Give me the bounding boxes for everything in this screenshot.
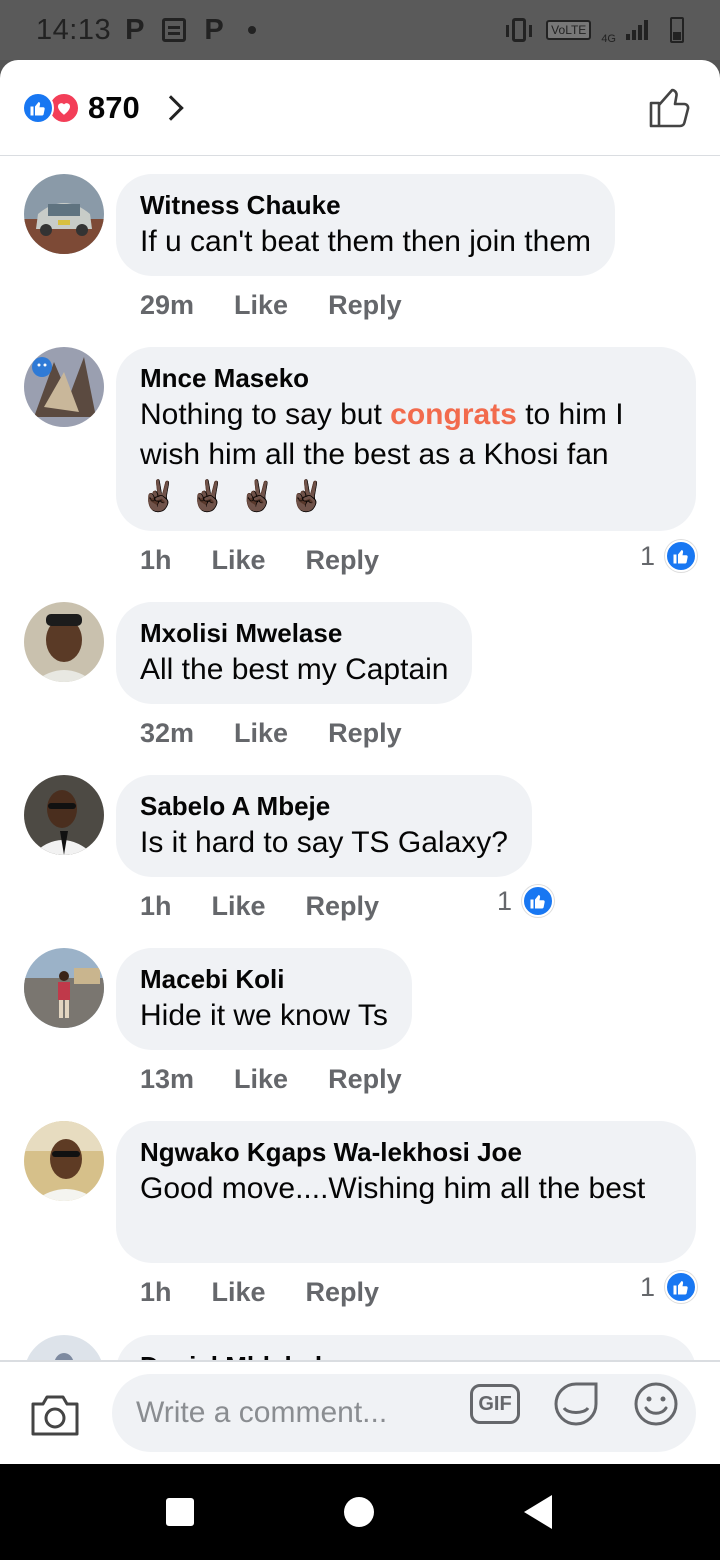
commenter-name[interactable]: Witness Chauke [140,188,591,222]
like-icon [665,1271,698,1303]
comments-sheet: 870 Witness Chauke If u can't beat them … [0,60,720,1464]
commenter-name[interactable]: Macebi Koli [140,962,388,996]
comment-actions: 32m Like Reply [140,718,402,749]
p-app-icon: P [204,13,224,46]
comment-bubble[interactable]: Sabelo A Mbeje Is it hard to say TS Gala… [116,775,532,877]
comment-text: Good move....Wishing him all the best [140,1172,646,1205]
comment-text: All the best my Captain [140,653,449,686]
commenter-name[interactable]: Daniel Mhlabeh [140,1349,672,1360]
comment-actions: 1h Like Reply [140,1277,379,1308]
commenter-name[interactable]: Mxolisi Mwelase [140,616,448,650]
back-button[interactable] [524,1495,552,1529]
victory-hand-icon: ✌🏿 [288,480,326,513]
comment-bubble[interactable]: Ngwako Kgaps Wa-lekhosi Joe Good move...… [116,1121,696,1263]
reactions-header[interactable]: 870 [0,60,720,156]
emoji-button[interactable] [632,1380,680,1428]
commenter-name[interactable]: Mnce Maseko [140,361,672,395]
comment-composer: Write a comment... GIF [0,1360,720,1464]
system-icons: VoLTE 4G [502,15,684,45]
comment-text: Is it hard to say TS Galaxy? [140,826,508,859]
p-app-icon: P [125,13,145,46]
comment-actions: 1h Like Reply [140,545,379,576]
comment-time: 29m [140,290,195,320]
like-reaction-icon [22,91,54,124]
comment-bubble[interactable]: Macebi Koli Hide it we know Ts [116,948,412,1050]
reaction-icons [22,91,80,124]
avatar[interactable] [24,1121,104,1201]
home-button[interactable] [344,1497,374,1527]
reply-button[interactable]: Reply [328,1064,402,1095]
comment-text: Nothing to say but congrats to him I wis… [140,398,624,471]
like-button[interactable]: Like [234,718,288,749]
like-button[interactable]: Like [234,290,288,321]
avatar[interactable] [24,948,104,1028]
emoji-row: ✌🏿 ✌🏿 ✌🏿 ✌🏿 [140,479,672,515]
reply-button[interactable]: Reply [306,545,380,576]
comment-time: 32m [140,718,195,748]
network-type: 4G [601,33,616,45]
vibrate-icon [506,18,533,42]
reply-button[interactable]: Reply [306,891,380,922]
avatar[interactable] [24,174,104,254]
like-post-button[interactable] [648,84,694,130]
comment-time: 1h [140,545,172,575]
reaction-count: 870 [88,89,140,125]
volte-badge: VoLTE [546,20,592,40]
like-icon [665,540,698,572]
comment-time: 1h [140,1277,172,1307]
victory-hand-icon: ✌🏿 [140,480,178,513]
camera-button[interactable] [30,1392,80,1438]
signal-icon [626,20,648,40]
chevron-right-icon[interactable] [158,94,184,121]
status-time: 14:13 [36,13,112,46]
screen: 14:13 P P VoLTE 4G 870 Witness Chauke If… [0,0,720,1560]
notification-icons: P P [125,14,256,47]
news-icon [162,18,187,42]
victory-hand-icon: ✌🏿 [238,480,277,513]
like-button[interactable]: Like [234,1064,288,1095]
comment-like-count[interactable]: 1 [640,540,698,572]
comment-bubble[interactable]: Witness Chauke If u can't beat them then… [116,174,615,276]
avatar[interactable] [24,602,104,682]
emoji-icon [634,1382,678,1426]
avatar[interactable] [24,775,104,855]
victory-hand-icon: ✌🏿 [189,480,227,513]
comment-list: Witness Chauke If u can't beat them then… [0,157,720,1360]
comment-text: If u can't beat them then join them [140,225,591,258]
reply-button[interactable]: Reply [306,1277,380,1308]
like-button[interactable]: Like [212,1277,266,1308]
like-icon [522,885,555,917]
avatar[interactable] [24,1335,104,1360]
thumbs-up-outline-icon [649,88,690,128]
comment-time: 1h [140,891,172,921]
comment-actions: 1h Like Reply [140,891,379,922]
navigation-bar [0,1464,720,1560]
comment-like-count[interactable]: 1 [497,885,555,917]
comment-like-count[interactable]: 1 [640,1271,698,1303]
like-button[interactable]: Like [212,891,266,922]
comment-bubble[interactable]: Daniel Mhlabeh [116,1335,696,1360]
gif-button[interactable]: GIF [470,1384,520,1424]
avatar[interactable] [24,347,104,427]
status-bar: 14:13 P P VoLTE 4G [0,0,720,60]
camera-icon [31,1395,79,1436]
comment-bubble[interactable]: Mxolisi Mwelase All the best my Captain [116,602,473,704]
commenter-name[interactable]: Sabelo A Mbeje [140,789,508,823]
recents-button[interactable] [166,1498,194,1526]
comment-input[interactable]: Write a comment... [112,1374,696,1452]
commenter-name[interactable]: Ngwako Kgaps Wa-lekhosi Joe [140,1135,672,1169]
sticker-button[interactable] [552,1380,600,1428]
comment-actions: 13m Like Reply [140,1064,402,1095]
sticker-icon [554,1382,598,1426]
reply-button[interactable]: Reply [328,290,402,321]
reply-button[interactable]: Reply [328,718,402,749]
like-button[interactable]: Like [212,545,266,576]
hashtag-link[interactable]: congrats [390,398,517,431]
comment-actions: 29m Like Reply [140,290,402,321]
dot-icon [247,26,256,34]
battery-icon [670,17,684,43]
comment-bubble[interactable]: Mnce Maseko Nothing to say but congrats … [116,347,696,531]
comment-time: 13m [140,1064,195,1094]
comment-text: Hide it we know Ts [140,999,388,1032]
